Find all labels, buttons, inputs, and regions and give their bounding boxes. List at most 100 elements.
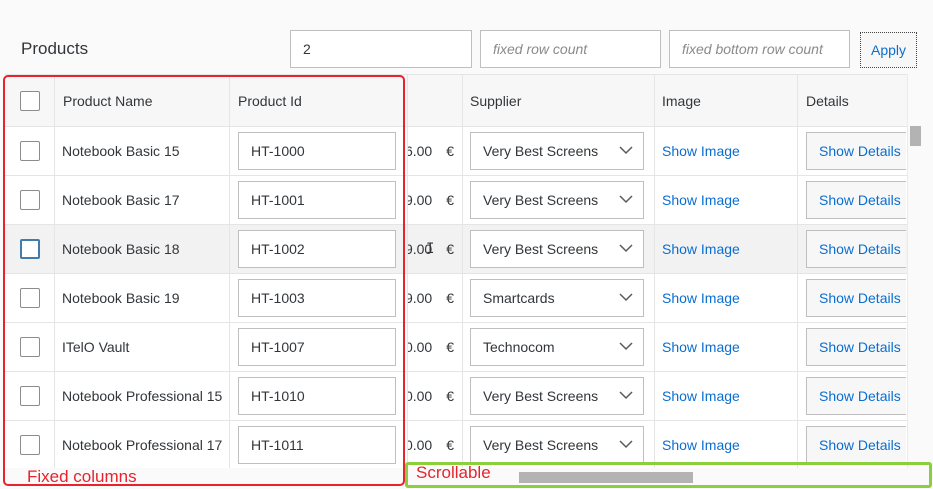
product-name: Notebook Professional 15 <box>62 388 223 404</box>
show-details-button[interactable]: Show Details <box>806 279 906 317</box>
product-id-input[interactable]: HT-1000 <box>238 132 396 170</box>
row-checkbox[interactable] <box>19 190 40 210</box>
supplier-selected-value: Very Best Screens <box>483 241 598 257</box>
row-checkbox[interactable] <box>19 141 40 161</box>
table-row[interactable]: Notebook Basic 17 HT-1001 9.00 € Very Best S… <box>5 176 907 225</box>
product-id-input[interactable]: HT-1007 <box>238 328 396 366</box>
product-id-cell: HT-1003 <box>230 274 408 322</box>
row-checkbox[interactable] <box>19 386 40 406</box>
table-row[interactable]: Notebook Professional 15 HT-1010 0.00 € Very… <box>5 372 907 421</box>
product-id-cell: HT-1010 <box>230 372 408 420</box>
supplier-cell: Very Best Screens <box>463 176 655 224</box>
chevron-down-icon[interactable] <box>619 439 633 449</box>
fixed-bottom-row-count-input[interactable] <box>669 30 850 68</box>
show-image-link[interactable]: Show Image <box>662 192 740 208</box>
product-id-input[interactable]: HT-1003 <box>238 279 396 317</box>
product-name-cell: Notebook Professional 17 <box>55 421 230 469</box>
product-name-cell: ITelO Vault <box>55 323 230 371</box>
currency-label: € <box>446 437 454 453</box>
price-cell: 9.00 € <box>408 176 463 224</box>
currency-label: € <box>446 241 454 257</box>
supplier-select[interactable]: Very Best Screens <box>470 377 644 415</box>
price-cell: 0.00 € <box>408 421 463 469</box>
table-header-row: Product Name Product Id Supplier Image D… <box>5 75 907 127</box>
product-id-input[interactable]: HT-1010 <box>238 377 396 415</box>
product-id-input[interactable]: HT-1002 <box>238 230 396 268</box>
chevron-down-icon[interactable] <box>619 194 633 204</box>
row-select-cell <box>5 127 55 175</box>
supplier-select[interactable]: Smartcards <box>470 279 644 317</box>
show-image-link[interactable]: Show Image <box>662 388 740 404</box>
column-header-product-id[interactable]: Product Id <box>230 75 408 126</box>
show-image-link[interactable]: Show Image <box>662 290 740 306</box>
show-image-link[interactable]: Show Image <box>662 241 740 257</box>
price-cell: 0.00 € <box>408 372 463 420</box>
supplier-select[interactable]: Very Best Screens <box>470 426 644 464</box>
supplier-selected-value: Very Best Screens <box>483 437 598 453</box>
show-image-link[interactable]: Show Image <box>662 143 740 159</box>
fixed-row-count-input[interactable] <box>480 30 661 68</box>
show-details-button[interactable]: Show Details <box>806 181 906 219</box>
chevron-down-icon[interactable] <box>619 292 633 302</box>
price-cell: 0.00 € <box>408 323 463 371</box>
column-header-image[interactable]: Image <box>655 75 798 126</box>
details-cell: Show Details <box>798 225 907 273</box>
price-value: 0.00 <box>408 339 433 355</box>
show-details-button[interactable]: Show Details <box>806 132 906 170</box>
supplier-cell: Very Best Screens <box>463 372 655 420</box>
details-cell: Show Details <box>798 421 907 469</box>
chevron-down-icon[interactable] <box>619 341 633 351</box>
show-details-button[interactable]: Show Details <box>806 230 906 268</box>
column-header-details[interactable]: Details <box>798 75 907 126</box>
show-details-button[interactable]: Show Details <box>806 426 906 464</box>
show-image-link[interactable]: Show Image <box>662 437 740 453</box>
table-row[interactable]: Notebook Basic 19 HT-1003 9.00 € Smartcards S… <box>5 274 907 323</box>
row-select-cell <box>5 274 55 322</box>
chevron-down-icon[interactable] <box>619 145 633 155</box>
row-checkbox[interactable] <box>19 288 40 308</box>
product-id-cell: HT-1002 <box>230 225 408 273</box>
row-select-cell <box>5 225 55 273</box>
column-header-price[interactable] <box>408 75 463 126</box>
details-cell: Show Details <box>798 176 907 224</box>
currency-label: € <box>446 290 454 306</box>
supplier-select[interactable]: Very Best Screens <box>470 181 644 219</box>
supplier-select[interactable]: Very Best Screens <box>470 230 644 268</box>
product-id-input[interactable]: HT-1001 <box>238 181 396 219</box>
table-row[interactable]: ITelO Vault HT-1007 0.00 € Technocom Show Ima… <box>5 323 907 372</box>
product-name: Notebook Basic 15 <box>62 143 180 159</box>
horizontal-scrollbar-thumb[interactable] <box>519 472 693 483</box>
row-checkbox[interactable] <box>19 337 40 357</box>
row-select-cell <box>5 421 55 469</box>
column-header-supplier[interactable]: Supplier <box>463 75 655 126</box>
column-header-product-name[interactable]: Product Name <box>55 75 230 126</box>
apply-button[interactable]: Apply <box>860 32 917 68</box>
currency-label: € <box>446 192 454 208</box>
chevron-down-icon[interactable] <box>619 243 633 253</box>
supplier-select[interactable]: Technocom <box>470 328 644 366</box>
vertical-scrollbar[interactable] <box>907 74 923 468</box>
row-checkbox[interactable] <box>19 435 40 455</box>
image-cell: Show Image <box>655 176 798 224</box>
show-details-button[interactable]: Show Details <box>806 377 906 415</box>
product-id-input[interactable]: HT-1011 <box>238 426 396 464</box>
price-cell: 9.00 € <box>408 274 463 322</box>
product-name: Notebook Basic 18 <box>62 241 180 257</box>
supplier-select[interactable]: Very Best Screens <box>470 132 644 170</box>
details-cell: Show Details <box>798 323 907 371</box>
show-details-button[interactable]: Show Details <box>806 328 906 366</box>
table-row[interactable]: Notebook Professional 17 HT-1011 0.00 € Very… <box>5 421 907 469</box>
show-image-link[interactable]: Show Image <box>662 339 740 355</box>
vertical-scrollbar-thumb[interactable] <box>910 126 921 146</box>
table-row[interactable]: Notebook Basic 15 HT-1000 6.00 € Very Best S… <box>5 127 907 176</box>
product-name-cell: Notebook Basic 17 <box>55 176 230 224</box>
row-checkbox[interactable] <box>19 239 40 259</box>
select-all-checkbox[interactable] <box>19 90 40 111</box>
table-row[interactable]: Notebook Basic 18 HT-1002 9.00€ Very Best S… <box>5 225 907 274</box>
supplier-selected-value: Smartcards <box>483 290 555 306</box>
image-cell: Show Image <box>655 127 798 175</box>
details-cell: Show Details <box>798 274 907 322</box>
product-name: Notebook Basic 17 <box>62 192 180 208</box>
chevron-down-icon[interactable] <box>619 390 633 400</box>
row-count-input[interactable] <box>290 30 472 68</box>
